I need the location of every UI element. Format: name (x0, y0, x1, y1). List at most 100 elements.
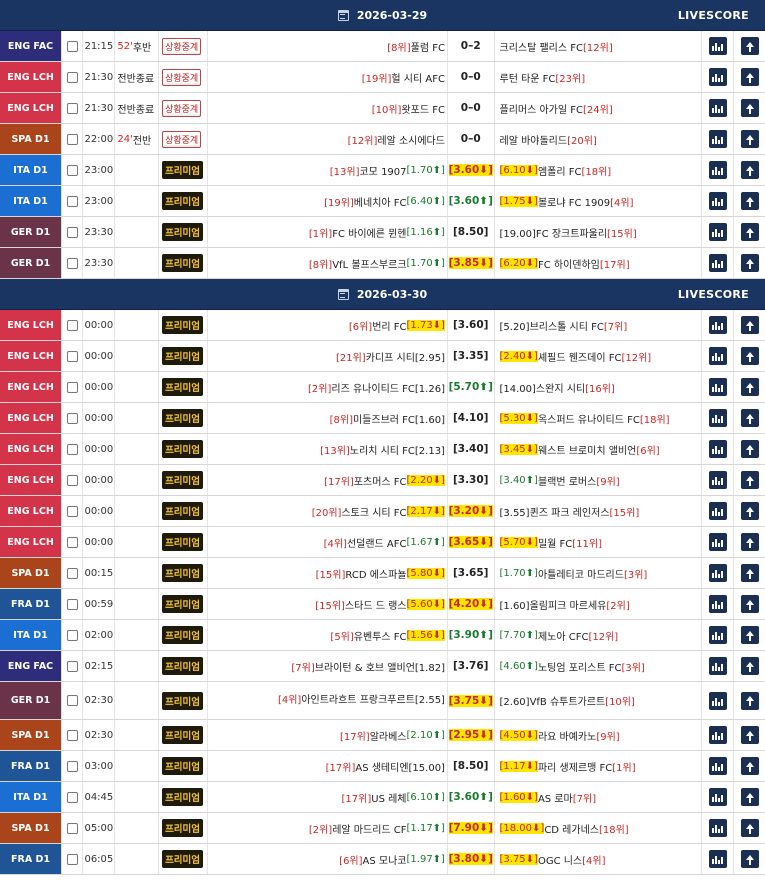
premium-button[interactable]: 프리미엄 (162, 819, 204, 837)
arrow-up-icon[interactable] (740, 68, 759, 86)
arrow-up-icon[interactable] (740, 595, 759, 613)
stats-chart-icon[interactable] (708, 409, 727, 427)
match-checkbox[interactable] (62, 372, 84, 402)
premium-button[interactable]: 프리미엄 (162, 564, 204, 582)
arrow-up-icon[interactable] (740, 691, 759, 710)
arrow-up-icon[interactable] (740, 726, 759, 744)
league-badge[interactable]: ENG LCH (0, 310, 63, 340)
match-checkbox[interactable] (62, 248, 84, 278)
league-badge[interactable]: ITA D1 (0, 155, 63, 185)
arrow-up-icon[interactable] (740, 819, 759, 837)
premium-button[interactable]: 프리미엄 (162, 471, 204, 489)
arrow-up-icon[interactable] (740, 626, 759, 644)
stats-chart-icon[interactable] (708, 440, 727, 458)
match-checkbox[interactable] (62, 751, 84, 781)
league-badge[interactable]: ENG LCH (0, 372, 63, 402)
match-checkbox[interactable] (62, 403, 84, 433)
league-badge[interactable]: GER D1 (0, 217, 63, 247)
league-badge[interactable]: SPA D1 (0, 124, 63, 154)
live-relay-button[interactable]: 상황중계 (162, 130, 202, 148)
arrow-up-icon[interactable] (740, 657, 759, 675)
league-badge[interactable]: ENG LCH (0, 62, 63, 92)
live-relay-button[interactable]: 상황중계 (162, 99, 202, 117)
match-checkbox[interactable] (62, 782, 84, 812)
match-checkbox[interactable] (62, 217, 84, 247)
stats-chart-icon[interactable] (708, 533, 727, 551)
stats-chart-icon[interactable] (708, 595, 727, 613)
stats-chart-icon[interactable] (708, 223, 727, 241)
premium-button[interactable]: 프리미엄 (162, 316, 204, 334)
stats-chart-icon[interactable] (708, 347, 727, 365)
premium-button[interactable]: 프리미엄 (162, 161, 204, 179)
match-checkbox[interactable] (62, 844, 84, 874)
league-badge[interactable]: FRA D1 (0, 751, 63, 781)
league-badge[interactable]: SPA D1 (0, 720, 63, 750)
premium-button[interactable]: 프리미엄 (162, 726, 204, 744)
premium-button[interactable]: 프리미엄 (162, 254, 204, 272)
arrow-up-icon[interactable] (740, 409, 759, 427)
premium-button[interactable]: 프리미엄 (162, 757, 204, 775)
premium-button[interactable]: 프리미엄 (162, 223, 204, 241)
arrow-up-icon[interactable] (740, 378, 759, 396)
arrow-up-icon[interactable] (740, 347, 759, 365)
arrow-up-icon[interactable] (740, 788, 759, 806)
match-checkbox[interactable] (62, 155, 84, 185)
premium-button[interactable]: 프리미엄 (162, 409, 204, 427)
premium-button[interactable]: 프리미엄 (162, 533, 204, 551)
stats-chart-icon[interactable] (708, 691, 727, 710)
premium-button[interactable]: 프리미엄 (162, 626, 204, 644)
arrow-up-icon[interactable] (740, 130, 759, 148)
match-checkbox[interactable] (62, 651, 84, 681)
league-badge[interactable]: GER D1 (0, 682, 63, 719)
match-checkbox[interactable] (62, 496, 84, 526)
stats-chart-icon[interactable] (708, 657, 727, 675)
league-badge[interactable]: ENG LCH (0, 93, 63, 123)
premium-button[interactable]: 프리미엄 (162, 788, 204, 806)
match-checkbox[interactable] (62, 527, 84, 557)
league-badge[interactable]: ENG LCH (0, 527, 63, 557)
match-checkbox[interactable] (62, 465, 84, 495)
stats-chart-icon[interactable] (708, 757, 727, 775)
stats-chart-icon[interactable] (708, 471, 727, 489)
premium-button[interactable]: 프리미엄 (162, 691, 204, 710)
livescore-link[interactable]: LIVESCORE (678, 279, 749, 310)
arrow-up-icon[interactable] (740, 502, 759, 520)
match-checkbox[interactable] (62, 341, 84, 371)
premium-button[interactable]: 프리미엄 (162, 347, 204, 365)
premium-button[interactable]: 프리미엄 (162, 502, 204, 520)
league-badge[interactable]: ITA D1 (0, 620, 63, 650)
arrow-up-icon[interactable] (740, 254, 759, 272)
match-checkbox[interactable] (62, 93, 84, 123)
match-checkbox[interactable] (62, 720, 84, 750)
match-checkbox[interactable] (62, 31, 84, 61)
league-badge[interactable]: ENG LCH (0, 465, 63, 495)
match-checkbox[interactable] (62, 186, 84, 216)
stats-chart-icon[interactable] (708, 626, 727, 644)
league-badge[interactable]: FRA D1 (0, 589, 63, 619)
league-badge[interactable]: ENG LCH (0, 341, 63, 371)
league-badge[interactable]: ENG LCH (0, 403, 63, 433)
stats-chart-icon[interactable] (708, 378, 727, 396)
arrow-up-icon[interactable] (740, 533, 759, 551)
premium-button[interactable]: 프리미엄 (162, 440, 204, 458)
arrow-up-icon[interactable] (740, 223, 759, 241)
premium-button[interactable]: 프리미엄 (162, 657, 204, 675)
stats-chart-icon[interactable] (708, 788, 727, 806)
premium-button[interactable]: 프리미엄 (162, 192, 204, 210)
stats-chart-icon[interactable] (708, 161, 727, 179)
stats-chart-icon[interactable] (708, 502, 727, 520)
match-checkbox[interactable] (62, 813, 84, 843)
premium-button[interactable]: 프리미엄 (162, 378, 204, 396)
stats-chart-icon[interactable] (708, 726, 727, 744)
match-checkbox[interactable] (62, 558, 84, 588)
arrow-up-icon[interactable] (740, 37, 759, 55)
arrow-up-icon[interactable] (740, 192, 759, 210)
arrow-up-icon[interactable] (740, 757, 759, 775)
stats-chart-icon[interactable] (708, 130, 727, 148)
livescore-link[interactable]: LIVESCORE (678, 0, 749, 31)
match-checkbox[interactable] (62, 620, 84, 650)
stats-chart-icon[interactable] (708, 254, 727, 272)
arrow-up-icon[interactable] (740, 440, 759, 458)
league-badge[interactable]: ITA D1 (0, 782, 63, 812)
live-relay-button[interactable]: 상황중계 (162, 68, 202, 86)
